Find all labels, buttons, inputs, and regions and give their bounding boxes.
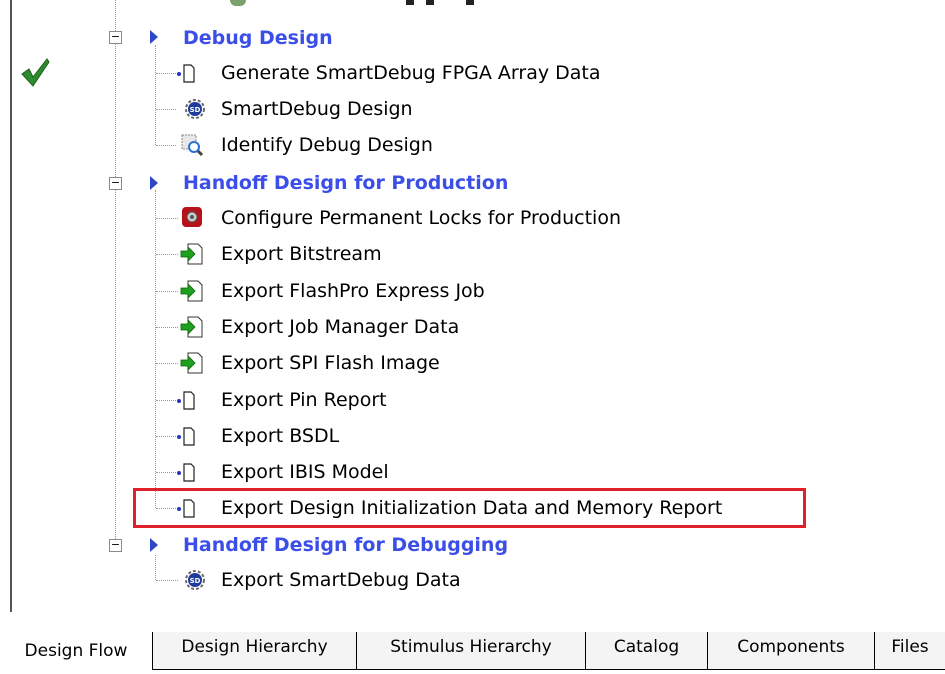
item-label: SmartDebug Design	[221, 98, 413, 120]
tree-item-export-bsdl[interactable]: Export BSDL	[221, 419, 339, 453]
tree-branch	[156, 254, 178, 255]
export-arrow-icon	[180, 351, 203, 374]
highlight-box	[133, 488, 806, 528]
tab-components[interactable]: Components	[707, 632, 875, 670]
collapse-debug-design-toggle[interactable]: −	[109, 31, 122, 44]
document-icon	[174, 425, 196, 447]
tree-line-production	[155, 190, 156, 508]
tree-branch	[156, 109, 176, 110]
item-label: Export Bitstream	[221, 243, 382, 265]
group-handoff-debugging[interactable]: Handoff Design for Debugging	[183, 528, 508, 562]
svg-text:SD: SD	[190, 106, 201, 114]
tree-item-export-smartdebug-data[interactable]: Export SmartDebug Data	[221, 563, 461, 597]
group-title: Handoff Design for Production	[183, 172, 509, 194]
tree-item-identify-debug[interactable]: Identify Debug Design	[221, 128, 433, 162]
collapse-debugging-toggle[interactable]: −	[109, 539, 122, 552]
tab-catalog[interactable]: Catalog	[585, 632, 708, 670]
collapse-production-toggle[interactable]: −	[109, 177, 122, 190]
tree-line-debugging	[155, 555, 156, 580]
group-handoff-production[interactable]: Handoff Design for Production	[183, 166, 508, 200]
tab-files[interactable]: Files	[874, 632, 945, 670]
tree-item-export-bitstream[interactable]: Export Bitstream	[221, 237, 382, 271]
export-arrow-icon	[180, 315, 203, 338]
design-flow-tree: − Debug Design Generate SmartDebug FPGA …	[0, 0, 945, 612]
tab-label: Design Flow	[24, 641, 128, 661]
export-arrow-icon	[180, 279, 203, 302]
svg-text:SD: SD	[190, 577, 201, 585]
tree-item-smartdebug-design[interactable]: SmartDebug Design	[221, 92, 413, 126]
tab-label: Files	[891, 637, 929, 657]
export-arrow-icon	[180, 242, 203, 265]
document-icon	[174, 389, 196, 411]
tab-label: Components	[737, 637, 845, 657]
group-debug-design[interactable]: Debug Design	[183, 21, 333, 55]
group-title: Handoff Design for Debugging	[183, 534, 509, 556]
tree-item-export-pin-report[interactable]: Export Pin Report	[221, 383, 387, 417]
document-icon	[174, 62, 196, 84]
group-arrow-icon	[150, 538, 158, 552]
item-label: Generate SmartDebug FPGA Array Data	[221, 62, 601, 84]
item-label: Export IBIS Model	[221, 461, 389, 483]
tab-label: Design Hierarchy	[181, 637, 328, 657]
group-arrow-icon	[150, 176, 158, 190]
tree-branch	[156, 327, 178, 328]
tree-branch	[156, 400, 176, 401]
identify-debug-icon	[180, 133, 204, 157]
item-label: Export Job Manager Data	[221, 316, 460, 338]
tree-branch	[156, 472, 176, 473]
item-label: Export SPI Flash Image	[221, 352, 440, 374]
tab-design-flow[interactable]: Design Flow	[0, 636, 152, 674]
tree-item-export-ibis[interactable]: Export IBIS Model	[221, 455, 389, 489]
item-label: Export FlashPro Express Job	[221, 280, 485, 302]
group-arrow-icon	[150, 30, 158, 44]
truncated-row-remnant	[228, 0, 478, 8]
item-label: Configure Permanent Locks for Production	[221, 207, 622, 229]
tree-branch	[156, 436, 176, 437]
tree-item-configure-locks[interactable]: Configure Permanent Locks for Production	[221, 201, 621, 235]
smartdebug-icon: SD	[184, 569, 206, 591]
tab-design-hierarchy[interactable]: Design Hierarchy	[152, 632, 357, 670]
tree-item-generate-smartdebug[interactable]: Generate SmartDebug FPGA Array Data	[221, 56, 601, 90]
item-label: Export SmartDebug Data	[221, 569, 461, 591]
tree-item-export-job-manager[interactable]: Export Job Manager Data	[221, 310, 459, 344]
item-label: Export Pin Report	[221, 389, 387, 411]
panel-tab-bar: Design Flow Design Hierarchy Stimulus Hi…	[0, 612, 945, 674]
tree-branch	[156, 291, 178, 292]
tab-label: Stimulus Hierarchy	[390, 637, 552, 657]
tree-branch	[156, 145, 176, 146]
tree-branch	[156, 580, 178, 581]
item-label: Identify Debug Design	[221, 134, 433, 156]
tree-item-export-flashpro[interactable]: Export FlashPro Express Job	[221, 274, 485, 308]
tree-line-main	[115, 0, 116, 545]
tree-branch	[156, 218, 178, 219]
tree-branch	[156, 363, 178, 364]
tree-line-debug	[155, 45, 156, 145]
smartdebug-icon: SD	[184, 98, 206, 120]
lock-config-icon	[181, 206, 203, 228]
tab-stimulus-hierarchy[interactable]: Stimulus Hierarchy	[356, 632, 586, 670]
tree-item-export-spi-flash[interactable]: Export SPI Flash Image	[221, 346, 440, 380]
tab-label: Catalog	[613, 637, 680, 657]
group-title: Debug Design	[183, 27, 333, 49]
completed-check-icon	[21, 58, 50, 87]
item-label: Export BSDL	[221, 425, 340, 447]
document-icon	[174, 461, 196, 483]
tree-branch	[156, 73, 176, 74]
